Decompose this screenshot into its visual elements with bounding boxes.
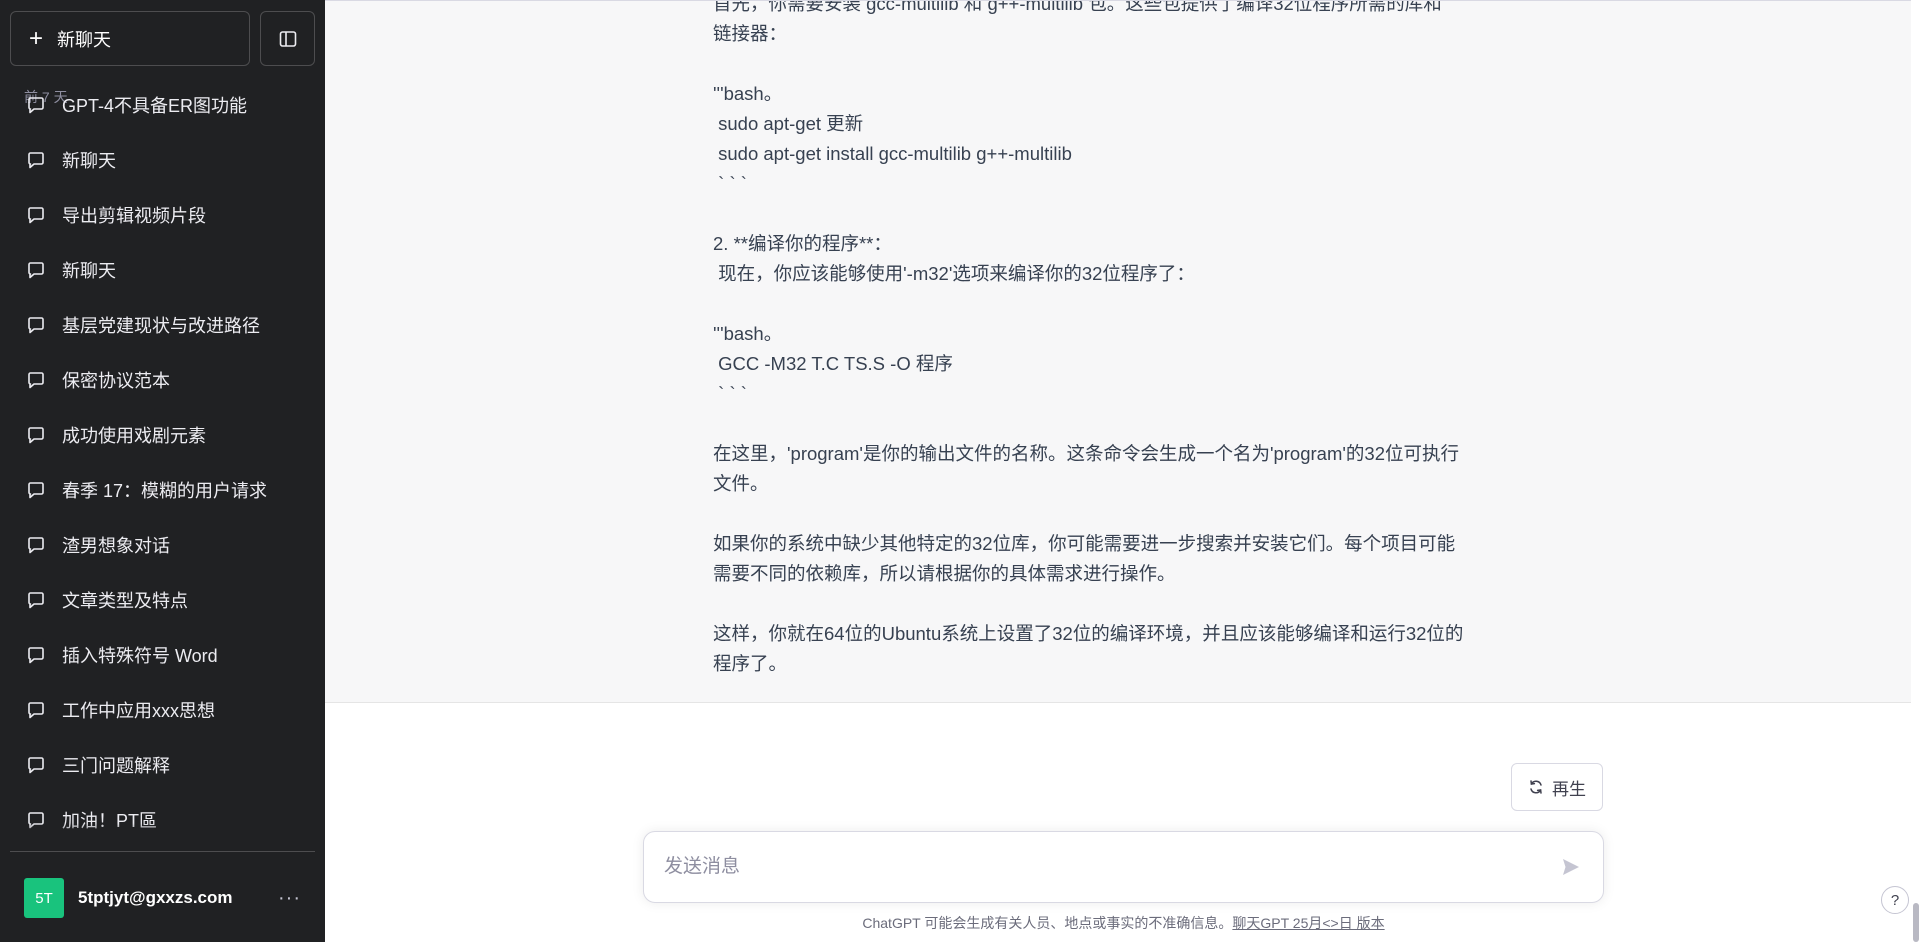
message-line: 需要不同的依赖库，所以请根据你的具体需求进行操作。 [713,563,1176,584]
send-button[interactable] [1555,851,1587,883]
sidebar-chat-label: 新聊天 [62,260,116,281]
sidebar-chat-item[interactable]: 保密协议范本 [10,352,315,407]
sidebar-chat-item[interactable]: 插入特殊符号 Word [10,627,315,682]
message-line: 2. **编译你的程序**： [713,233,892,254]
new-chat-button[interactable]: + 新聊天 [10,11,250,66]
sidebar-chat-label: 基层党建现状与改进路径 [62,315,260,336]
new-chat-label: 新聊天 [57,29,112,50]
chat-bubble-icon [28,96,44,113]
message-line: '''bash。 [713,323,783,344]
sidebar: + 新聊天 前 7 天 GPT-4不具备ER图功能 新聊天 导出剪辑视频片段 新聊天基… [0,0,325,942]
sidebar-top-actions: + 新聊天 [10,11,315,66]
user-email: 5tptjyt@gxxzs.com [78,888,233,907]
message-line: 文件。 [713,473,769,494]
scrollbar-thumb[interactable] [1913,903,1919,942]
message-line: 现在，你应该能够使用'-m32'选项来编译你的32位程序了： [713,263,1195,284]
disclaimer-text: ChatGPT 可能会生成有关人员、地点或事实的不准确信息。 [862,915,1233,931]
chat-bubble-icon [28,536,44,553]
sidebar-chat-item[interactable]: 文章类型及特点 [10,572,315,627]
chat-bubble-icon [28,151,44,168]
refresh-icon [1530,780,1542,794]
sidebar-chat-label: 工作中应用xxx思想 [62,700,215,721]
message-line: 如果你的系统中缺少其他特定的32位库，你可能需要进一步搜索并安装它们。每个项目可… [713,533,1456,554]
more-options-icon[interactable]: ··· [278,887,311,910]
message-line: 首先，你需要安装 gcc-multilib 和 g++-multilib 包。这… [713,0,1442,14]
sidebar-chat-item[interactable]: 新聊天 [10,242,315,297]
assistant-message: 首先，你需要安装 gcc-multilib 和 g++-multilib 包。这… [325,0,1911,703]
chat-bubble-icon [28,756,44,773]
sidebar-chat-item[interactable]: GPT-4不具备ER图功能 [10,96,315,132]
sidebar-chat-label: GPT-4不具备ER图功能 [62,96,248,116]
message-line: 在这里，'program'是你的输出文件的名称。这条命令会生成一个名为'prog… [713,443,1459,464]
message-line: 程序了。 [713,653,788,674]
message-content: 首先，你需要安装 gcc-multilib 和 g++-multilib 包。这… [713,0,1543,679]
sidebar-divider [10,851,315,852]
sidebar-toggle-icon [279,30,296,47]
message-composer [643,831,1604,903]
sidebar-chat-label: 文章类型及特点 [62,590,188,611]
scrollbar[interactable] [1911,0,1920,942]
toggle-sidebar-button[interactable] [260,11,315,66]
sidebar-chat-label: 保密协议范本 [62,370,170,391]
message-line: ` ` ` [713,383,747,404]
plus-icon: + [29,24,44,52]
chat-history-list: GPT-4不具备ER图功能 新聊天 导出剪辑视频片段 新聊天 基层党建现状与改进路径 保密… [10,96,315,841]
sidebar-chat-item[interactable]: 工作中应用xxx思想 [10,682,315,737]
sidebar-chat-item[interactable]: 成功使用戏剧元素 [10,407,315,462]
sidebar-chat-item[interactable]: 导出剪辑视频片段 [10,187,315,242]
message-line: ` ` ` [713,173,747,194]
sidebar-chat-item[interactable]: 三门问题解释 [10,737,315,792]
chat-bubble-icon [28,426,44,443]
chat-bubble-icon [28,591,44,608]
message-input[interactable] [664,856,1555,878]
disclaimer: ChatGPT 可能会生成有关人员、地点或事实的不准确信息。聊天GPT 25月<… [643,913,1604,933]
user-menu[interactable]: 5T 5tptjyt@gxxzs.com ··· [14,874,311,922]
sidebar-chat-item[interactable]: 春季 17：模糊的用户请求 [10,462,315,517]
sidebar-chat-label: 渣男想象对话 [62,535,170,556]
chat-bubble-icon [28,316,44,333]
sidebar-chat-item[interactable]: 基层党建现状与改进路径 [10,297,315,352]
regenerate-label: 再生 [1552,779,1586,799]
message-line: sudo apt-get install gcc-multilib g++-mu… [713,143,1072,164]
regenerate-button[interactable]: 再生 [1511,763,1603,811]
chat-bubble-icon [28,646,44,663]
chat-bubble-icon [28,701,44,718]
main-panel: 首先，你需要安装 gcc-multilib 和 g++-multilib 包。这… [325,0,1920,942]
message-line: 链接器： [713,23,788,44]
sidebar-chat-label: 春季 17：模糊的用户请求 [62,480,268,501]
help-button[interactable]: ? [1881,886,1909,914]
sidebar-chat-item[interactable]: 渣男想象对话 [10,517,315,572]
message-line: GCC -M32 T.C TS.S -O 程序 [713,353,953,374]
sidebar-chat-label: 导出剪辑视频片段 [62,205,206,226]
sidebar-chat-label: 成功使用戏剧元素 [62,425,206,446]
sidebar-chat-item[interactable]: 新聊天 [10,132,315,187]
sidebar-chat-label: 新聊天 [62,150,116,171]
message-line: sudo apt-get 更新 [713,113,864,134]
sidebar-chat-label: 三门问题解释 [62,755,170,776]
message-line: 这样，你就在64位的Ubuntu系统上设置了32位的编译环境，并且应该能够编译和… [713,623,1464,644]
chat-bubble-icon [28,371,44,388]
chat-bubble-icon [28,261,44,278]
avatar: 5T [24,878,64,918]
list-fade [10,823,315,841]
send-icon [1563,859,1579,875]
message-line: '''bash。 [713,83,783,104]
sidebar-chat-label: 插入特殊符号 Word [62,645,218,666]
version-link[interactable]: 聊天GPT 25月<>日 版本 [1232,915,1384,931]
chat-bubble-icon [28,481,44,498]
chat-bubble-icon [28,206,44,223]
